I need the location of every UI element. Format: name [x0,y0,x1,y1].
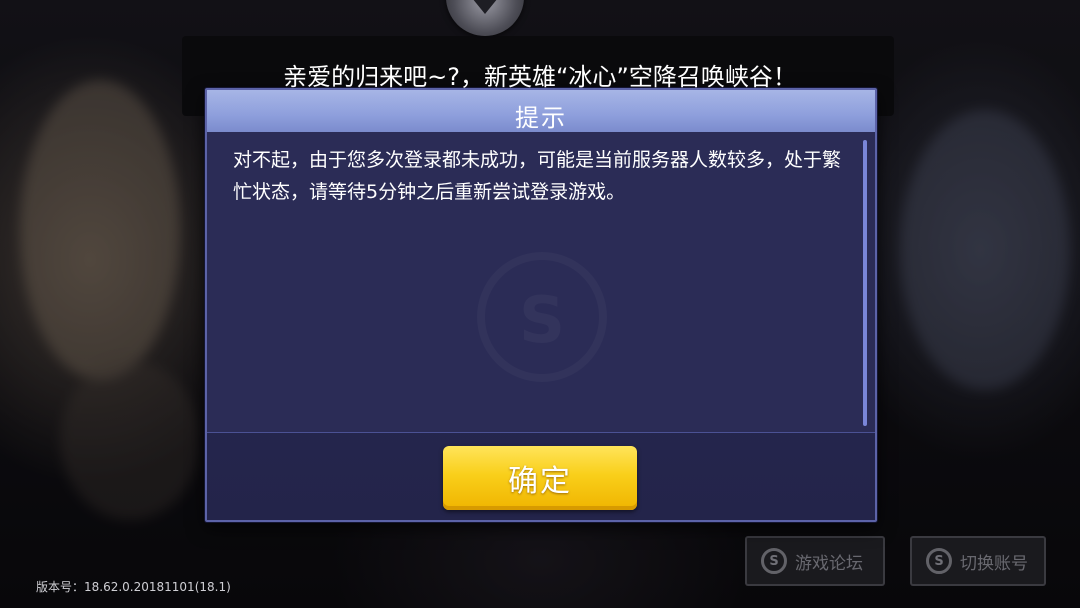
alert-dialog: 提示 S 对不起，由于您多次登录都未成功，可能是当前服务器人数较多，处于繁忙状态… [205,88,877,522]
s-logo-icon: S [761,548,787,574]
message-scrollbar[interactable] [863,140,867,426]
forum-button[interactable]: S 游戏论坛 [745,536,885,586]
dialog-title: 提示 [515,104,567,132]
down-arrow-icon [472,0,498,14]
forum-button-label: 游戏论坛 [795,553,863,574]
notice-banner-text: 亲爱的归来吧~?，新英雄“冰心”空降召唤峡谷！ [283,63,797,91]
dialog-message: 对不起，由于您多次登录都未成功，可能是当前服务器人数较多，处于繁忙状态，请等待5… [233,149,842,203]
confirm-button[interactable]: 确定 [443,446,637,510]
watermark-glyph: S [485,284,599,358]
switch-account-button[interactable]: S 切换账号 [910,536,1046,586]
s-logo-icon: S [926,548,952,574]
dialog-body: S 对不起，由于您多次登录都未成功，可能是当前服务器人数较多，处于繁忙状态，请等… [207,132,875,433]
s-logo-icon: S [477,252,607,382]
version-label: 版本号：18.62.0.20181101(18.1) [36,580,231,594]
game-login-screen: S 游戏论坛 S 切换账号 版本号：18.62.0.20181101(18.1)… [0,0,1080,608]
switch-account-button-label: 切换账号 [960,553,1028,574]
dialog-header: 提示 [207,90,875,132]
